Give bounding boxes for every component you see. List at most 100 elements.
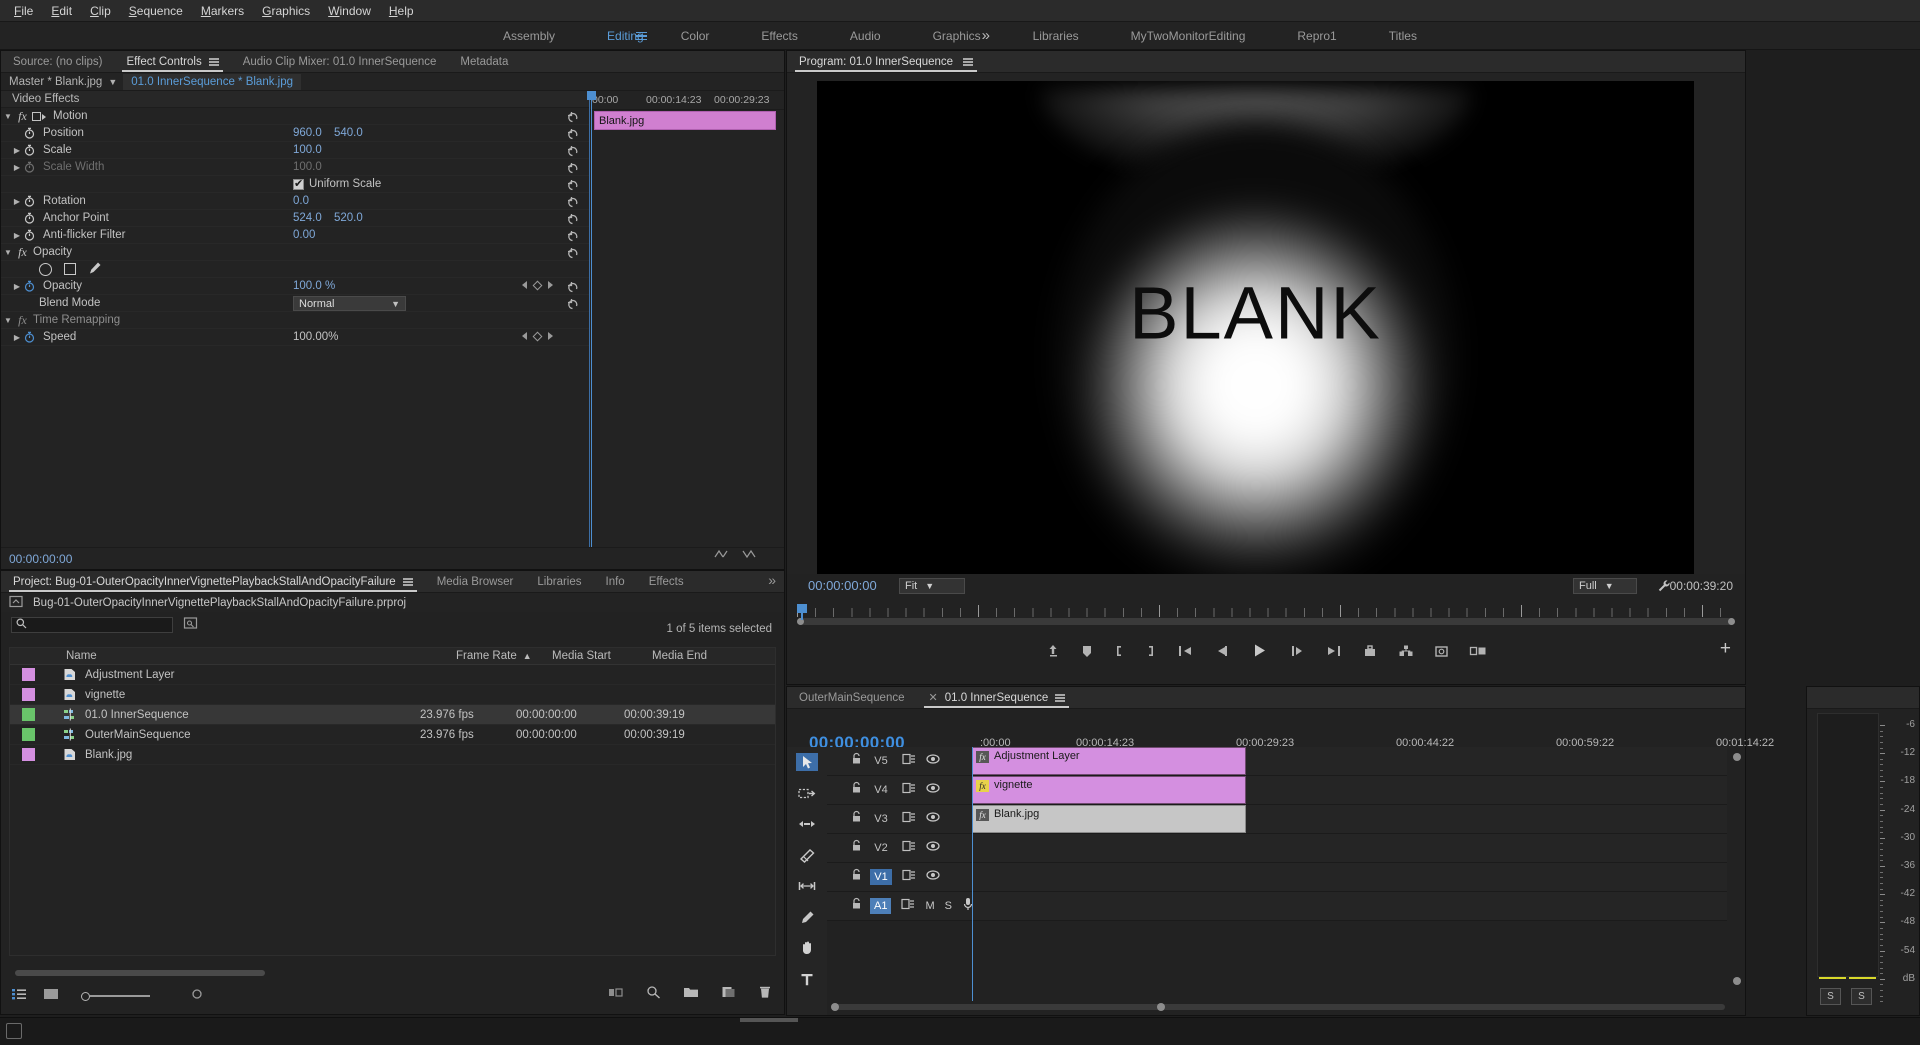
track-target-icon[interactable] (902, 839, 916, 857)
track-lock-icon[interactable] (851, 839, 862, 857)
track-visibility-icon[interactable] (926, 752, 940, 770)
stopwatch-toggle[interactable] (24, 229, 40, 242)
track-name-V5[interactable]: V5 (870, 753, 892, 769)
track-clip-area-V5[interactable]: fx Adjustment Layer (972, 747, 1727, 775)
ec-zoom-icon[interactable] (742, 547, 756, 565)
tab-outermainsequence[interactable]: OuterMainSequence (787, 689, 916, 708)
project-item-row[interactable]: Adjustment Layer (10, 665, 775, 685)
fx-icon[interactable]: fx (15, 109, 30, 124)
reset-button[interactable] (566, 110, 579, 123)
next-keyframe-icon[interactable] (548, 332, 553, 340)
tab-info[interactable]: Info (594, 573, 637, 592)
track-target-icon[interactable] (902, 752, 916, 770)
track-visibility-icon[interactable] (926, 868, 940, 886)
reset-button[interactable] (566, 144, 579, 157)
stopwatch-toggle[interactable] (24, 212, 40, 225)
tab-source-no-clips-[interactable]: Source: (no clips) (1, 53, 114, 72)
close-icon[interactable]: ✕ (928, 692, 937, 704)
reset-button[interactable] (566, 127, 579, 140)
track-lock-icon[interactable] (851, 897, 862, 915)
track-clip-area-A1[interactable] (972, 892, 1727, 920)
twirl-icon[interactable]: ▼ (1, 248, 15, 257)
menu-item-window[interactable]: Window (319, 2, 380, 20)
property-value-1[interactable]: 100.0 (293, 161, 322, 173)
breadcrumb-sequence[interactable]: 01.0 InnerSequence * Blank.jpg (123, 73, 302, 90)
panel-menu-icon[interactable] (402, 578, 413, 586)
ruler-zoom-handle-right[interactable] (1728, 618, 1735, 625)
button-editor-plus[interactable]: + (1720, 638, 1731, 660)
effect-group-motion[interactable]: ▼ fx Motion (1, 108, 589, 125)
effect-controls-mini-timeline[interactable]: 00:00 00:00:14:23 00:00:29:23 Blank.jpg (587, 91, 1360, 569)
step-back-icon[interactable] (1214, 643, 1231, 664)
export-frame-icon[interactable] (1045, 643, 1061, 664)
reset-button[interactable] (566, 212, 579, 225)
project-horizontal-scrollbar[interactable] (15, 970, 265, 976)
track-name-V1[interactable]: V1 (870, 869, 892, 885)
workspace-menu-icon[interactable] (635, 31, 647, 41)
track-name-V2[interactable]: V2 (870, 840, 892, 856)
status-app-icon[interactable] (6, 1023, 22, 1039)
track-target-icon[interactable] (901, 897, 915, 915)
ellipse-mask-icon[interactable] (39, 262, 52, 276)
solo-button-left[interactable]: S (1820, 988, 1841, 1005)
track-lock-icon[interactable] (851, 810, 862, 828)
project-item-row[interactable]: OuterMainSequence 23.976 fps 00:00:00:00 00… (10, 725, 775, 745)
project-home-icon[interactable] (9, 595, 23, 611)
menu-item-sequence[interactable]: Sequence (120, 2, 192, 20)
workspace-tab-assembly[interactable]: Assembly (477, 25, 581, 47)
resolution-select[interactable]: Full ▼ (1573, 578, 1637, 594)
delete-icon[interactable] (758, 985, 772, 1004)
menu-item-clip[interactable]: Clip (81, 2, 120, 20)
blend-mode-select[interactable]: Normal ▼ (293, 296, 406, 311)
reset-button[interactable] (566, 246, 579, 259)
track-visibility-icon[interactable] (926, 781, 940, 799)
project-item-row[interactable]: vignette (10, 685, 775, 705)
razor-tool[interactable] (796, 846, 818, 864)
track-name-V4[interactable]: V4 (870, 782, 892, 798)
blend-mode-row[interactable]: Blend Mode Normal ▼ (1, 295, 589, 312)
project-item-row[interactable]: Blank.jpg (10, 745, 775, 765)
workspace-tab-color[interactable]: Color (655, 25, 736, 47)
timeline-clip[interactable]: fx vignette (972, 776, 1246, 804)
chevron-down-icon[interactable]: ▼ (108, 77, 117, 87)
workspace-tab-libraries[interactable]: Libraries (1007, 25, 1105, 47)
ec-timecode[interactable]: 00:00:00:00 (9, 552, 72, 566)
keyframe-navigator[interactable] (522, 280, 553, 290)
breadcrumb-master[interactable]: Master * Blank.jpg (9, 76, 102, 88)
zoom-level-select[interactable]: Fit ▼ (899, 578, 965, 594)
track-visibility-icon[interactable] (926, 810, 940, 828)
ripple-edit-tool[interactable] (796, 815, 818, 833)
workspace-tab-mytwomonitorediting[interactable]: MyTwoMonitorEditing (1105, 25, 1272, 47)
extract-icon[interactable] (1398, 643, 1414, 664)
effect-group-time-remapping[interactable]: ▼ fx Time Remapping (1, 312, 589, 329)
track-name-A1[interactable]: A1 (870, 898, 892, 914)
program-monitor-ruler[interactable] (797, 604, 1735, 626)
property-row-anti-flicker-filter[interactable]: ▶ Anti-flicker Filter 0.00 (1, 227, 589, 244)
timeline-clip[interactable]: fx Adjustment Layer (972, 747, 1246, 775)
tab-effects[interactable]: Effects (637, 573, 696, 592)
track-lock-icon[interactable] (851, 781, 862, 799)
filter-bin-icon[interactable] (183, 616, 198, 635)
property-row-scale-width[interactable]: ▶ Scale Width 100.0 (1, 159, 589, 176)
track-clip-area-V4[interactable]: fx vignette (972, 776, 1727, 804)
property-row-rotation[interactable]: ▶ Rotation 0.0 (1, 193, 589, 210)
uniform-scale-row[interactable]: Uniform Scale (1, 176, 589, 193)
property-value-1[interactable]: 100.00% (293, 331, 338, 343)
slip-tool[interactable] (796, 877, 818, 895)
timeline-horizontal-scrollbar[interactable] (831, 1003, 1725, 1011)
clip-fx-badge[interactable]: fx (976, 751, 989, 763)
lift-icon[interactable] (1362, 643, 1378, 664)
thumbnail-size-slider[interactable] (81, 991, 150, 1001)
timeline-vertical-scrollbar[interactable] (1732, 753, 1741, 993)
reset-button[interactable] (566, 178, 579, 191)
tab-overflow[interactable]: » (756, 571, 784, 592)
prev-keyframe-icon[interactable] (522, 332, 527, 340)
track-clip-area-V3[interactable]: fx Blank.jpg (972, 805, 1727, 833)
stopwatch-toggle[interactable] (24, 280, 40, 293)
property-value-1[interactable]: 0.00 (293, 229, 315, 241)
mark-out-icon[interactable] (1145, 643, 1157, 664)
twirl-icon[interactable]: ▶ (10, 163, 24, 172)
twirl-icon[interactable]: ▶ (10, 146, 24, 155)
property-row-opacity[interactable]: ▶ Opacity 100.0 % (1, 278, 589, 295)
panel-menu-icon[interactable] (208, 58, 219, 66)
